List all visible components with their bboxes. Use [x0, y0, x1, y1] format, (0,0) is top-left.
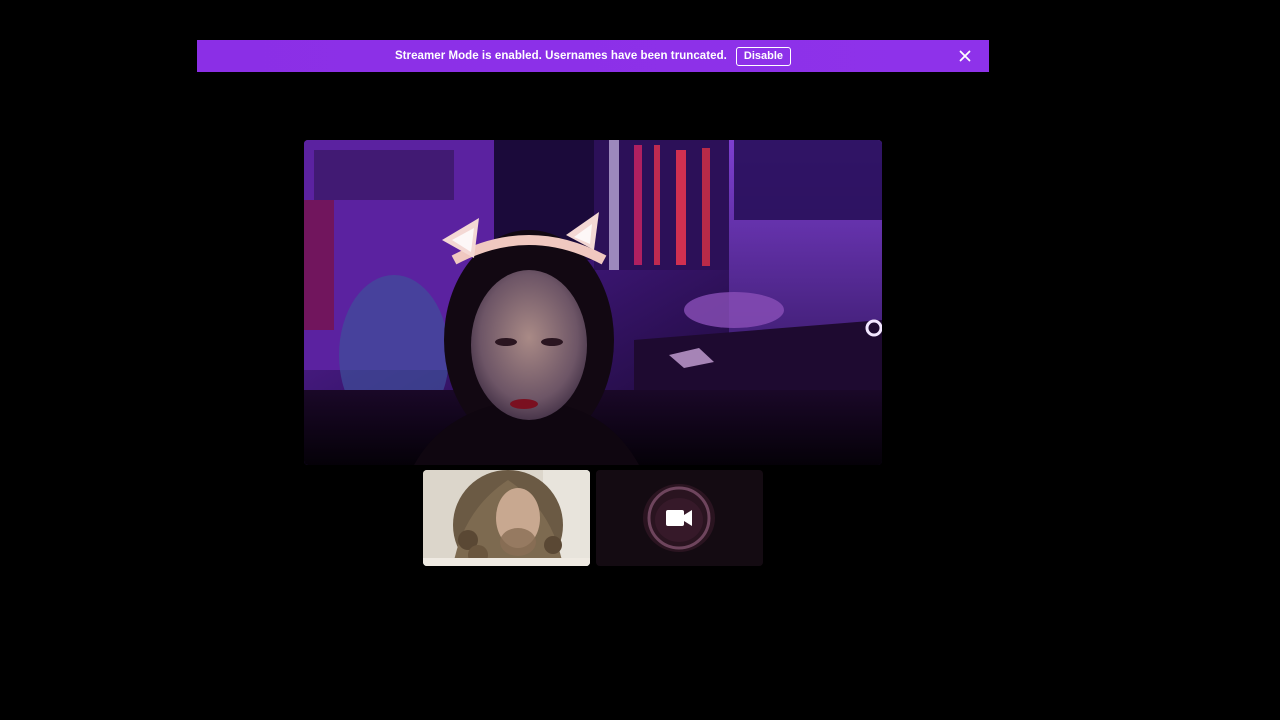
main-participant-video[interactable]	[304, 140, 882, 465]
close-icon[interactable]	[957, 48, 973, 64]
participant-thumbnail-video[interactable]	[423, 470, 590, 566]
streamer-mode-message: Streamer Mode is enabled. Usernames have…	[394, 50, 727, 62]
call-stage: Streamer Mode is enabled. Usernames have…	[0, 0, 1280, 720]
disable-streamer-mode-button[interactable]: Disable	[735, 46, 792, 66]
streamer-mode-banner: Streamer Mode is enabled. Usernames have…	[197, 40, 989, 72]
participant-thumbnail-camera-off[interactable]	[596, 470, 763, 566]
